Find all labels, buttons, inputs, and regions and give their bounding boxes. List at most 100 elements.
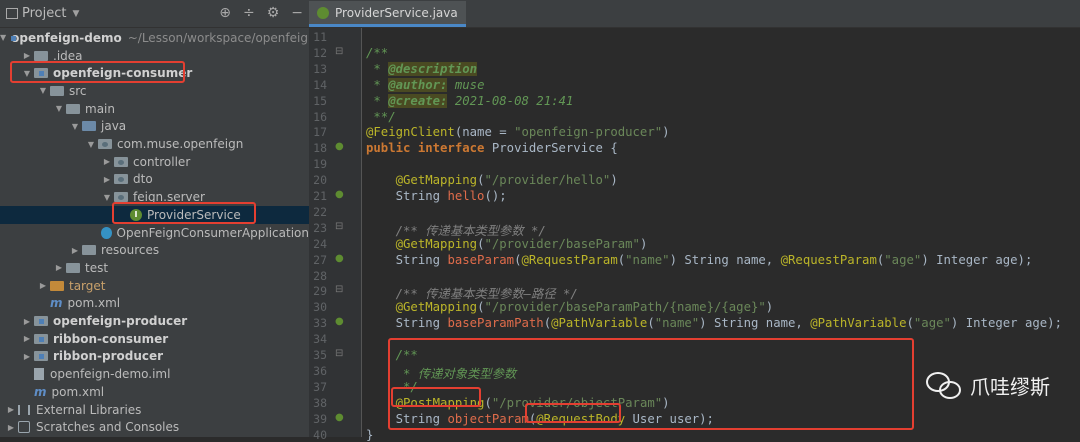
chevron-right-icon[interactable]: ▶ xyxy=(68,246,82,255)
line-number: 29 xyxy=(313,284,327,299)
line-number: 15 xyxy=(313,93,327,108)
folder-icon xyxy=(66,262,80,273)
tree-item[interactable]: ▼ openfeign-demo ~/Lesson/workspace/openfe… xyxy=(0,29,316,47)
code-line[interactable]: } xyxy=(366,428,373,442)
tree-item[interactable]: openfeign-demo.iml xyxy=(0,365,309,383)
project-panel-title[interactable]: Project xyxy=(22,6,66,21)
fold-icon[interactable]: ⊟ xyxy=(335,284,343,295)
tree-item-label: dto xyxy=(133,172,153,187)
tree-item-label: External Libraries xyxy=(36,402,142,417)
line-number: 35 xyxy=(313,348,327,362)
tree-item[interactable]: ▶ openfeign-producer xyxy=(0,312,309,330)
tree-item[interactable]: ▶ dto xyxy=(0,171,309,189)
chevron-right-icon[interactable]: ▶ xyxy=(20,317,34,326)
tree-item[interactable]: OpenFeignConsumerApplication xyxy=(0,224,309,242)
chevron-down-icon[interactable]: ▼ xyxy=(72,9,79,19)
fold-icon[interactable]: ⊟ xyxy=(335,221,343,232)
tree-item-label: main xyxy=(85,101,115,116)
chevron-right-icon[interactable]: ▶ xyxy=(4,405,18,414)
line-number: 16 xyxy=(313,109,327,124)
code-line[interactable]: @GetMapping("/provider/baseParamPath/{na… xyxy=(366,300,774,314)
folder-icon xyxy=(82,245,96,256)
code-line[interactable]: **/ xyxy=(366,110,395,124)
chevron-right-icon[interactable]: ▶ xyxy=(100,175,114,184)
line-number: 40 xyxy=(313,427,327,442)
tree-item-label: ribbon-consumer xyxy=(53,331,169,346)
tree-item[interactable]: ▶ target xyxy=(0,277,309,295)
chevron-down-icon[interactable]: ▼ xyxy=(100,193,114,202)
tree-item[interactable]: ▶ External Libraries xyxy=(0,401,309,419)
line-number: 11 xyxy=(313,30,327,44)
chevron-down-icon[interactable]: ▼ xyxy=(68,122,82,131)
hide-icon[interactable]: − xyxy=(291,5,303,21)
tree-item[interactable]: ▶ controller xyxy=(0,153,309,171)
ide-window: Project ▼ ⊕ ÷ ⚙ − ▼ openfeign-demo ~/Lesso… xyxy=(0,0,1080,442)
libraries-icon xyxy=(18,404,30,415)
code-line[interactable]: public interface ProviderService { xyxy=(366,141,618,155)
package-icon xyxy=(114,156,128,167)
folder-icon xyxy=(50,85,64,96)
tree-item[interactable]: ▶ resources xyxy=(0,241,309,259)
tab-provider-service[interactable]: ProviderService.java xyxy=(309,1,466,27)
fold-icon[interactable]: ⊟ xyxy=(335,46,343,57)
folder-icon xyxy=(66,103,80,114)
code-line[interactable]: @FeignClient(name = "openfeign-producer"… xyxy=(366,125,670,139)
implementation-gutter-icon[interactable]: ● xyxy=(335,141,344,152)
tree-item-label: src xyxy=(69,83,87,98)
tree-item[interactable]: m pom.xml xyxy=(0,383,309,401)
tree-item[interactable]: m pom.xml xyxy=(0,295,309,313)
line-number: 20 xyxy=(313,173,327,188)
collapse-icon[interactable]: ÷ xyxy=(243,5,255,21)
code-line[interactable]: * @author: muse xyxy=(366,77,484,92)
tree-item[interactable]: ▶ ribbon-producer xyxy=(0,348,309,366)
code-line[interactable]: String hello(); xyxy=(366,189,507,203)
tree-item-label: com.muse.openfeign xyxy=(117,137,244,152)
code-line[interactable]: String baseParamPath(@PathVariable("name… xyxy=(366,316,1062,330)
line-number: 27 xyxy=(313,252,327,267)
tree-item[interactable]: ▶ test xyxy=(0,259,309,277)
implementation-gutter-icon[interactable]: ● xyxy=(335,412,344,423)
tree-item[interactable]: ▼ main xyxy=(0,100,309,118)
chevron-down-icon[interactable]: ▼ xyxy=(52,104,66,113)
chevron-down-icon[interactable]: ▼ xyxy=(36,86,50,95)
code-line[interactable]: @GetMapping("/provider/hello") xyxy=(366,173,618,187)
wechat-icon xyxy=(926,370,962,400)
chevron-right-icon[interactable]: ▶ xyxy=(20,51,34,60)
tree-item[interactable]: ▶ ribbon-consumer xyxy=(0,330,309,348)
code-line[interactable]: /** xyxy=(366,46,388,60)
watermark: 爪哇缪斯 xyxy=(926,370,1050,400)
code-line[interactable]: String baseParam(@RequestParam("name") S… xyxy=(366,253,1033,267)
gear-icon[interactable]: ⚙ xyxy=(267,5,280,21)
tree-item-label: java xyxy=(101,119,127,134)
locate-icon[interactable]: ⊕ xyxy=(219,5,231,21)
code-line[interactable]: * @description xyxy=(366,61,478,76)
code-line[interactable]: @GetMapping("/provider/baseParam") xyxy=(366,237,648,251)
chevron-right-icon[interactable]: ▶ xyxy=(4,423,18,432)
line-number: 33 xyxy=(313,316,327,331)
tree-item[interactable]: ▼ src xyxy=(0,82,309,100)
chevron-right-icon[interactable]: ▶ xyxy=(52,263,66,272)
chevron-right-icon[interactable]: ▶ xyxy=(20,334,34,343)
editor-area: ProviderService.java 11 12 ⊟ 13 14 15 16 17 18 ● 1… xyxy=(309,0,1080,442)
chevron-right-icon[interactable]: ▶ xyxy=(20,352,34,361)
line-number: 17 xyxy=(313,125,327,140)
package-icon xyxy=(114,192,128,203)
implementation-gutter-icon[interactable]: ● xyxy=(335,316,344,327)
project-tree: ▼ openfeign-demo ~/Lesson/workspace/openfe… xyxy=(0,28,316,437)
line-number: 23 xyxy=(313,220,327,235)
tree-item[interactable]: ▶ Scratches and Consoles xyxy=(0,418,309,436)
tree-item[interactable]: ▼ com.muse.openfeign xyxy=(0,135,309,153)
implementation-gutter-icon[interactable]: ● xyxy=(335,189,344,200)
chevron-down-icon[interactable]: ▼ xyxy=(84,140,98,149)
excluded-folder-icon xyxy=(50,280,64,291)
line-number: 21 xyxy=(313,189,327,203)
chevron-down-icon[interactable]: ▼ xyxy=(0,33,6,42)
chevron-right-icon[interactable]: ▶ xyxy=(36,281,50,290)
fold-icon[interactable]: ⊟ xyxy=(335,348,343,359)
tree-item-label: Scratches and Consoles xyxy=(36,420,180,435)
code-line[interactable]: * @create: 2021-08-08 21:41 xyxy=(366,93,573,108)
tree-item[interactable]: ▼ java xyxy=(0,118,309,136)
tree-item-path: ~/Lesson/workspace/openfeign xyxy=(127,30,316,45)
implementation-gutter-icon[interactable]: ● xyxy=(335,253,344,264)
chevron-right-icon[interactable]: ▶ xyxy=(100,157,114,166)
